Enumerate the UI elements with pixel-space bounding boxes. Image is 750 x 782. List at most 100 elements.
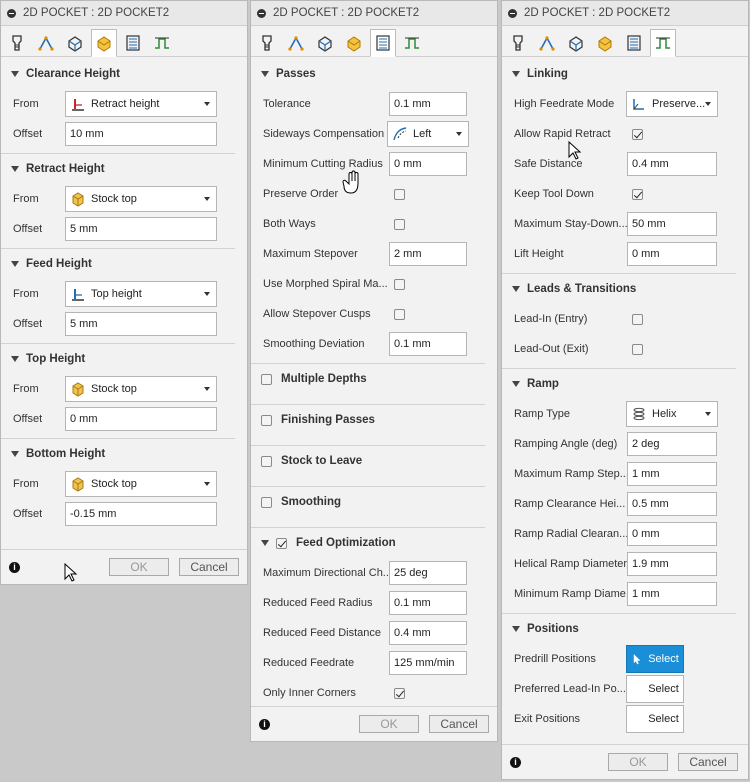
inner-corners-checkbox[interactable] [394,687,405,699]
feed-optimization-checkbox[interactable] [276,537,287,549]
safe-distance-input[interactable]: 0.4 mm [627,152,717,176]
from-select[interactable]: Stock top [65,186,217,212]
section-header[interactable]: Retract Height [1,154,235,184]
tab-tool[interactable] [4,30,30,56]
stepover-cusps-checkbox[interactable] [394,308,405,320]
section-header[interactable]: Multiple Depths [251,364,485,394]
info-icon[interactable]: i [510,756,521,768]
ok-button[interactable]: OK [359,715,419,733]
ok-button[interactable]: OK [109,558,169,576]
tab-linking[interactable] [370,29,396,57]
max-directional-input[interactable]: 25 deg [389,561,467,585]
tab-linking[interactable] [120,30,146,56]
finishing-passes-checkbox[interactable] [261,414,272,426]
section-header[interactable]: Leads & Transitions [502,274,736,304]
sideways-compensation-select[interactable]: Left [387,121,469,147]
expand-triangle-icon [11,451,19,457]
section-header[interactable]: Positions [502,614,736,644]
min-ramp-diameter-input[interactable]: 1 mm [627,582,717,606]
section-header[interactable]: Feed Height [1,249,235,279]
tab-passes[interactable] [341,30,367,56]
collapse-icon[interactable] [257,8,266,18]
collapse-icon[interactable] [508,8,517,18]
tab-heights[interactable] [62,30,88,56]
cancel-button[interactable]: Cancel [179,558,239,576]
tab-tool[interactable] [254,30,280,56]
section-positions: Positions Predrill Positions Select Pref… [502,614,736,738]
section-header[interactable]: Top Height [1,344,235,374]
smoothing-deviation-row: Smoothing Deviation 0.1 mm [251,329,485,359]
helical-diameter-input[interactable]: 1.9 mm [627,552,717,576]
multiple-depths-checkbox[interactable] [261,373,272,385]
section-header[interactable]: Passes [251,59,485,89]
section-header[interactable]: Ramp [502,369,736,399]
rapid-retract-checkbox[interactable] [632,128,643,140]
preserve-order-checkbox[interactable] [394,188,405,200]
tab-passes[interactable] [91,29,117,57]
collapse-icon[interactable] [7,8,16,18]
tab-post[interactable] [650,29,676,57]
tab-linking[interactable] [621,30,647,56]
preferred-lead-in-select-button[interactable]: Select [626,675,684,703]
tab-heights[interactable] [312,30,338,56]
from-select[interactable]: Top height [65,281,217,307]
offset-input[interactable]: -0.15 mm [65,502,217,526]
both-ways-checkbox[interactable] [394,218,405,230]
info-icon[interactable]: i [259,718,270,730]
section-header[interactable]: Finishing Passes [251,405,485,435]
smoothing-deviation-input[interactable]: 0.1 mm [389,332,467,356]
tolerance-input[interactable]: 0.1 mm [389,92,467,116]
tab-post[interactable] [399,30,425,56]
tab-passes[interactable] [592,30,618,56]
section-feed-optimization: Feed Optimization Maximum Directional Ch… [251,528,485,712]
stay-down-input[interactable]: 50 mm [627,212,717,236]
from-select[interactable]: Stock top [65,376,217,402]
dialog-titlebar[interactable]: 2D POCKET : 2D POCKET2 [502,1,748,26]
tab-geometry[interactable] [534,30,560,56]
lead-out-checkbox[interactable] [632,343,643,355]
keep-tool-down-checkbox[interactable] [632,188,643,200]
stock-to-leave-checkbox[interactable] [261,455,272,467]
lift-height-input[interactable]: 0 mm [627,242,717,266]
tab-heights[interactable] [563,30,589,56]
ok-button[interactable]: OK [608,753,668,771]
smoothing-checkbox[interactable] [261,496,272,508]
offset-input[interactable]: 5 mm [65,312,217,336]
max-stepover-input[interactable]: 2 mm [389,242,467,266]
predrill-select-button[interactable]: Select [626,645,684,673]
tab-post[interactable] [149,30,175,56]
ramp-type-select[interactable]: Helix [626,401,718,427]
offset-input[interactable]: 10 mm [65,122,217,146]
max-ramp-step-input[interactable]: 1 mm [627,462,717,486]
reduced-distance-input[interactable]: 0.4 mm [389,621,467,645]
ramp-clearance-input[interactable]: 0.5 mm [627,492,717,516]
tab-tool[interactable] [505,30,531,56]
offset-input[interactable]: 5 mm [65,217,217,241]
tab-geometry[interactable] [283,30,309,56]
morphed-spiral-checkbox[interactable] [394,278,405,290]
ramp-radial-input[interactable]: 0 mm [627,522,717,546]
min-radius-input[interactable]: 0 mm [389,152,467,176]
section-header[interactable]: Feed Optimization [251,528,485,558]
tab-geometry[interactable] [33,30,59,56]
from-select[interactable]: Retract height [65,91,217,117]
from-select[interactable]: Stock top [65,471,217,497]
info-icon[interactable]: i [9,561,20,573]
section-header[interactable]: Stock to Leave [251,446,485,476]
cancel-button[interactable]: Cancel [429,715,489,733]
reduced-feedrate-input[interactable]: 125 mm/min [389,651,467,675]
offset-input[interactable]: 0 mm [65,407,217,431]
dialog-titlebar[interactable]: 2D POCKET : 2D POCKET2 [1,1,247,26]
chevron-down-icon [204,387,210,391]
dialog-titlebar[interactable]: 2D POCKET : 2D POCKET2 [251,1,497,26]
ramp-angle-input[interactable]: 2 deg [627,432,717,456]
exit-positions-select-button[interactable]: Select [626,705,684,733]
section-header[interactable]: Bottom Height [1,439,235,469]
reduced-radius-input[interactable]: 0.1 mm [389,591,467,615]
cancel-button[interactable]: Cancel [678,753,738,771]
lead-in-checkbox[interactable] [632,313,643,325]
section-header[interactable]: Clearance Height [1,59,235,89]
high-feedrate-mode-select[interactable]: Preserve... [626,91,718,117]
section-header[interactable]: Linking [502,59,736,89]
section-header[interactable]: Smoothing [251,487,485,517]
